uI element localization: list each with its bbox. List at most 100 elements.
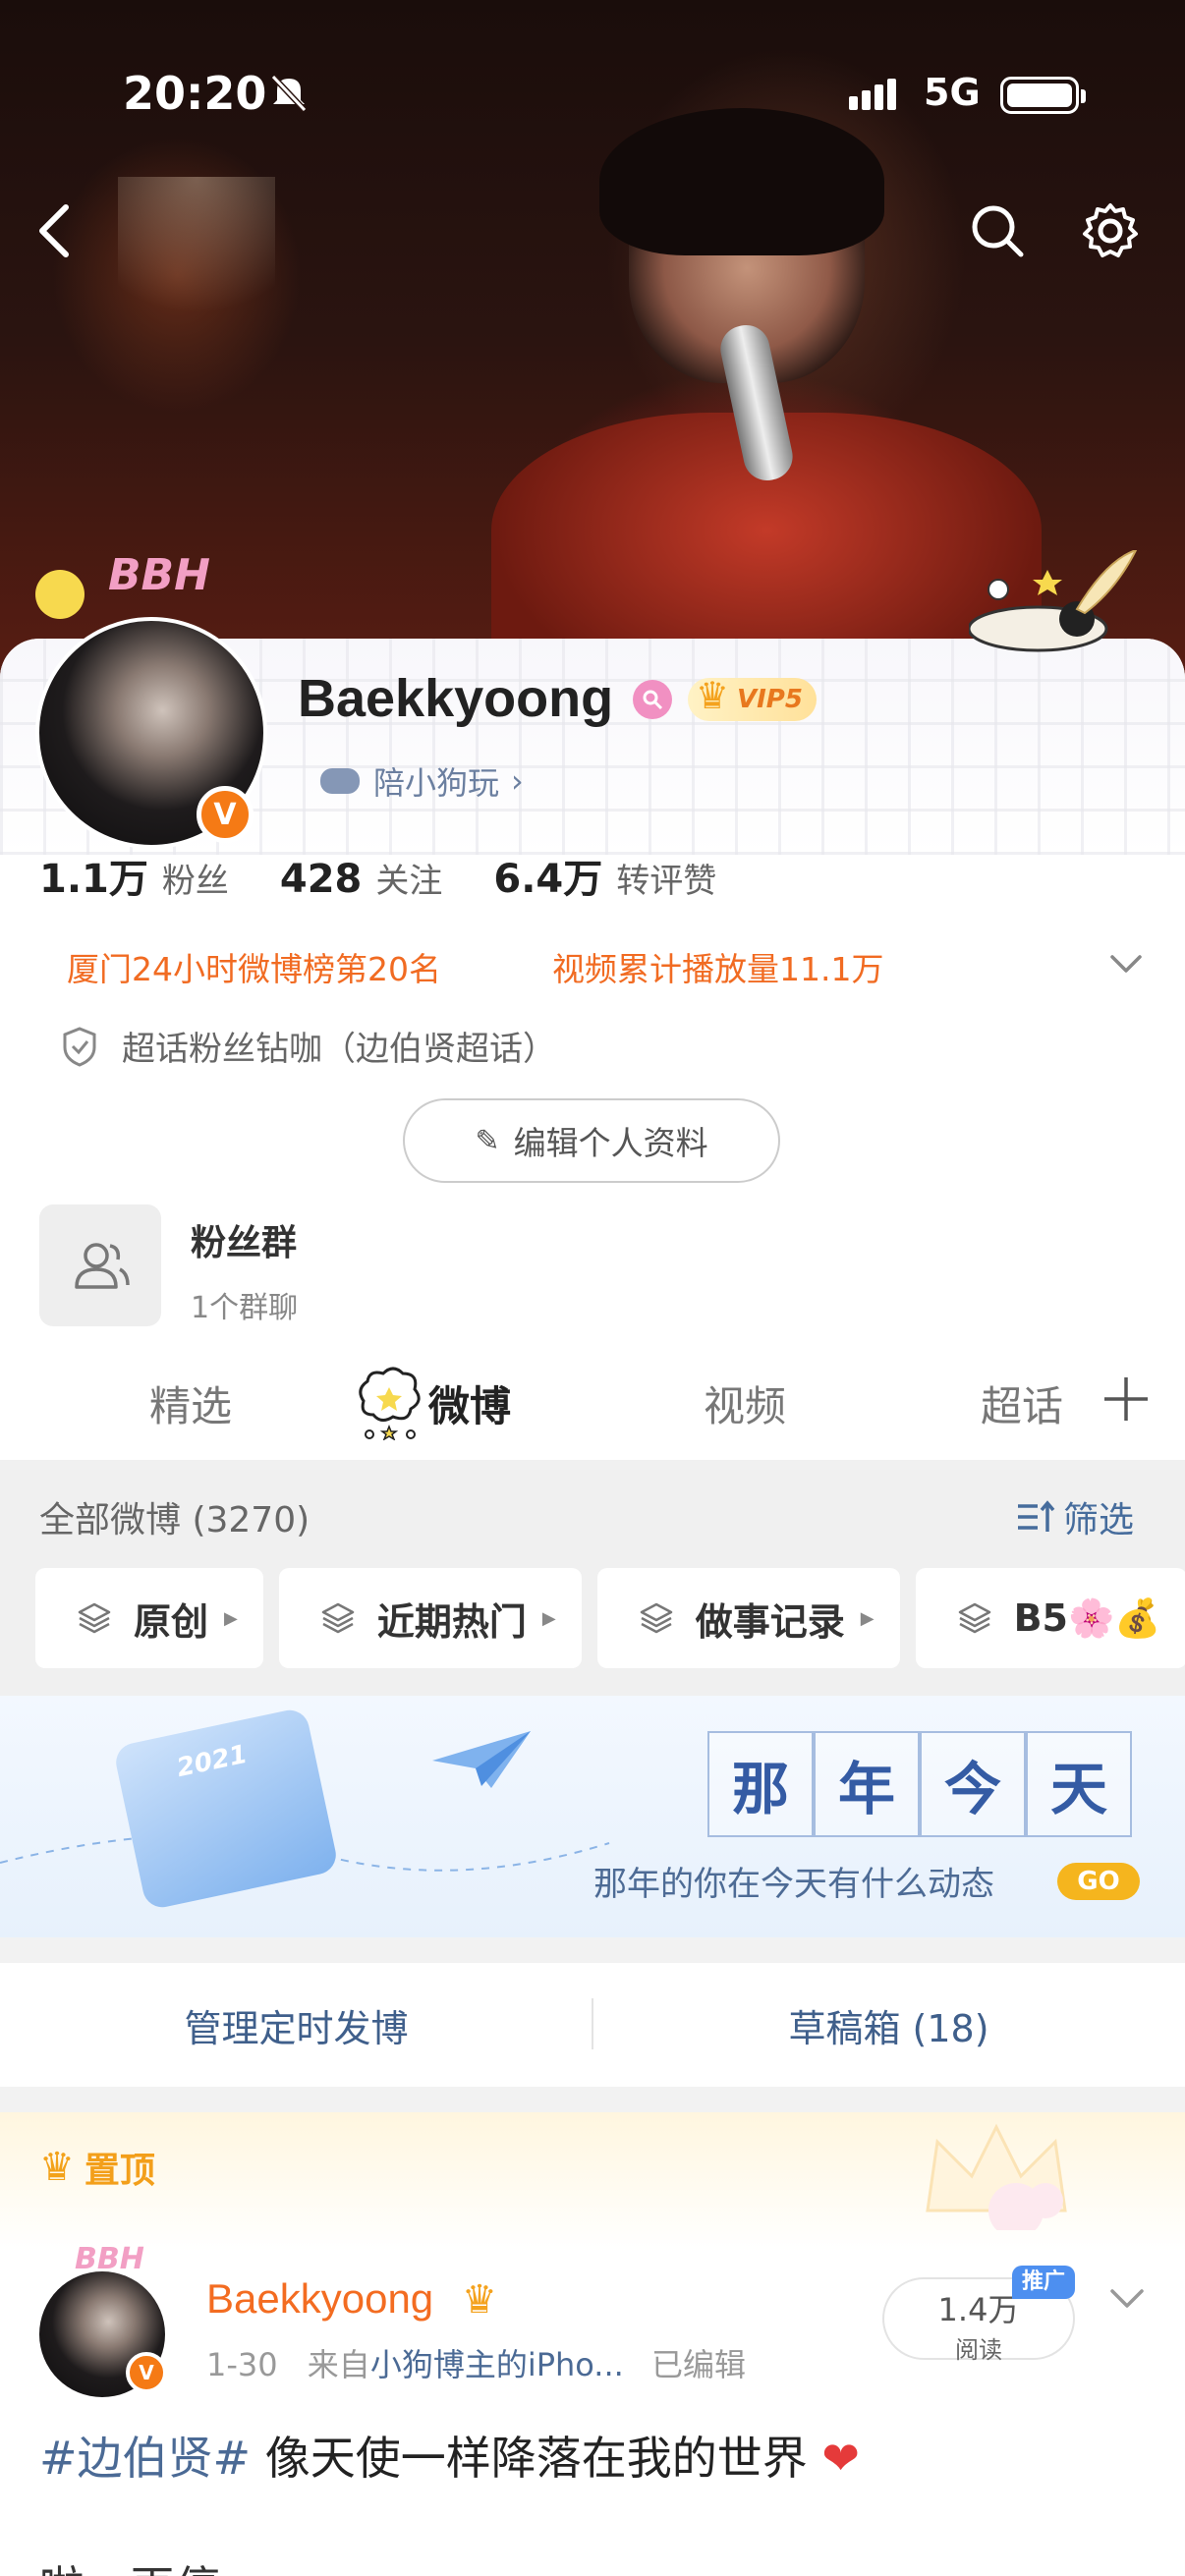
go-button[interactable]: GO	[1057, 1863, 1140, 1900]
search-button[interactable]	[963, 196, 1032, 265]
filter-button[interactable]: 筛选	[1016, 1491, 1134, 1542]
avatar-deco-text: BBH	[108, 550, 210, 600]
layers-icon	[321, 1602, 355, 1634]
profile-stats: 1.1万 粉丝 428 关注 6.4万 转评赞	[39, 847, 767, 904]
quill-ink-deco-icon	[969, 550, 1138, 652]
game-link-label: 陪小狗玩	[373, 764, 500, 802]
stat-followers[interactable]: 1.1万 粉丝	[39, 847, 280, 904]
post-text: 像天使一样降落在我的世界	[251, 2432, 808, 2485]
chip-label: 做事记录	[695, 1599, 845, 1644]
pinned-label-text: 置顶	[84, 2151, 155, 2191]
cloud-deco-icon	[359, 1367, 421, 1440]
tab-weibo[interactable]: 微博	[428, 1373, 511, 1433]
chip-recent-hot[interactable]: 近期热门 ▶	[278, 1568, 582, 1668]
filter-label: 筛选	[1063, 1500, 1135, 1540]
fan-badge-icon[interactable]	[633, 680, 672, 719]
paper-plane-icon	[432, 1731, 531, 1788]
post-hashtag[interactable]: #边伯贤#	[39, 2432, 251, 2485]
tab-featured[interactable]: 精选	[149, 1373, 232, 1433]
gamepad-icon	[320, 768, 360, 794]
honor-video-plays[interactable]: 视频累计播放量11.1万	[552, 943, 883, 990]
cover-figure-hair	[599, 108, 884, 255]
caret-right-icon: ▶	[224, 1607, 238, 1629]
chip-label: 近期热门	[376, 1599, 527, 1644]
caret-right-icon: ▶	[541, 1607, 556, 1629]
chevron-right-icon: ›	[511, 762, 524, 800]
that-year-today-subtitle: 那年的你在今天有什么动态	[593, 1865, 994, 1904]
chip-original[interactable]: 原创 ▶	[35, 1568, 263, 1668]
group-users-icon	[39, 1204, 161, 1326]
stat-label: 粉丝	[161, 862, 229, 901]
scheduled-posts-button[interactable]: 管理定时发博	[0, 1963, 592, 2087]
all-posts-count: 全部微博 (3270)	[39, 1500, 310, 1540]
mute-bell-icon	[270, 74, 308, 112]
divider	[592, 1998, 593, 2049]
crown-icon: ♛	[39, 2145, 75, 2190]
drafts-button[interactable]: 草稿箱 (18)	[592, 1963, 1185, 2087]
moon-deco-icon	[35, 570, 85, 619]
layers-icon	[958, 1602, 990, 1634]
read-count-label: 阅读	[955, 2336, 1002, 2364]
post-source-prefix: 来自	[307, 2346, 370, 2383]
title-char: 天	[1026, 1731, 1132, 1837]
tab-supertopic[interactable]: 超话	[981, 1373, 1063, 1433]
stat-label: 转评赞	[616, 862, 717, 901]
add-tab-plus-icon[interactable]	[1099, 1372, 1154, 1427]
battery-icon	[1000, 77, 1086, 114]
search-icon	[972, 205, 1024, 257]
honor-ranking[interactable]: 厦门24小时微博榜第20名	[67, 943, 441, 990]
post-meta: 1-30 来自小狗博主的iPho... 已编辑	[206, 2340, 746, 2385]
magnifier-heart-icon	[643, 690, 663, 710]
layers-icon	[640, 1602, 672, 1634]
title-char: 今	[920, 1731, 1026, 1837]
edit-profile-button[interactable]: ✎ 编辑个人资料	[403, 1098, 780, 1183]
fan-group-title: 粉丝群	[191, 1223, 298, 1263]
post-edited: 已编辑	[651, 2346, 747, 2383]
chevron-left-icon	[39, 204, 69, 257]
vip-badge[interactable]: VIP5	[688, 674, 817, 721]
signal-strength-icon	[849, 79, 900, 110]
fan-group-subtitle: 1个群聊	[191, 1291, 299, 1325]
post-category-chips: 原创 ▶ 近期热门 ▶ 做事记录 ▶ B5🌸💰	[35, 1568, 1185, 1668]
post-author-name[interactable]: Baekkyoong	[206, 2275, 433, 2323]
back-button[interactable]	[20, 196, 88, 265]
game-link[interactable]: 陪小狗玩 ›	[320, 758, 524, 804]
verified-badge: V	[197, 786, 254, 843]
network-type: 5G	[924, 71, 981, 114]
edit-profile-label: 编辑个人资料	[513, 1124, 708, 1162]
fan-group-entry[interactable]: 粉丝群 1个群聊	[39, 1204, 298, 1326]
status-time: 20:20	[123, 67, 267, 120]
chip-records[interactable]: 做事记录 ▶	[596, 1568, 900, 1668]
member-crown-icon: ♛	[462, 2277, 497, 2323]
pinned-label: ♛ 置顶	[39, 2142, 155, 2193]
chevron-down-icon[interactable]	[1106, 943, 1146, 982]
that-year-today-title: 那 年 今 天	[707, 1731, 1132, 1837]
profile-avatar[interactable]: V	[35, 617, 267, 849]
title-char: 年	[814, 1731, 920, 1837]
chevron-down-icon[interactable]	[1106, 2277, 1148, 2319]
chip-b5[interactable]: B5🌸💰	[915, 1568, 1185, 1668]
chip-label: 原创	[134, 1599, 209, 1644]
post-verified-badge: V	[126, 2352, 167, 2393]
profile-tabs: 精选 微博 视频 超话	[0, 1356, 1185, 1460]
settings-button[interactable]	[1076, 196, 1145, 265]
caret-right-icon: ▶	[860, 1607, 875, 1629]
layers-icon	[78, 1602, 111, 1634]
shield-icon	[63, 1026, 96, 1067]
stat-label: 关注	[375, 862, 443, 901]
title-char: 那	[707, 1731, 814, 1837]
profile-username: Baekkyoong	[298, 669, 614, 728]
stage-lights-decor	[118, 177, 275, 354]
stat-following[interactable]: 428 关注	[280, 854, 494, 902]
pencil-icon: ✎	[475, 1123, 500, 1158]
that-year-today-banner[interactable]: 那 年 今 天 那年的你在今天有什么动态 GO	[0, 1696, 1185, 1937]
status-bar: 20:20 5G	[0, 59, 1185, 120]
sort-filter-icon	[1018, 1500, 1055, 1532]
stat-interactions[interactable]: 6.4万 转评赞	[493, 847, 767, 904]
post-source-link[interactable]: 小狗博主的iPho...	[370, 2346, 624, 2383]
promote-tag[interactable]: 推广	[1012, 2266, 1076, 2299]
supertopic-label: 超话粉丝钻咖（边伯贤超话）	[122, 1030, 556, 1069]
stat-value: 1.1万	[39, 857, 148, 902]
tab-videos[interactable]: 视频	[704, 1373, 786, 1433]
supertopic-badge[interactable]: 超话粉丝钻咖（边伯贤超话）	[61, 1022, 556, 1070]
